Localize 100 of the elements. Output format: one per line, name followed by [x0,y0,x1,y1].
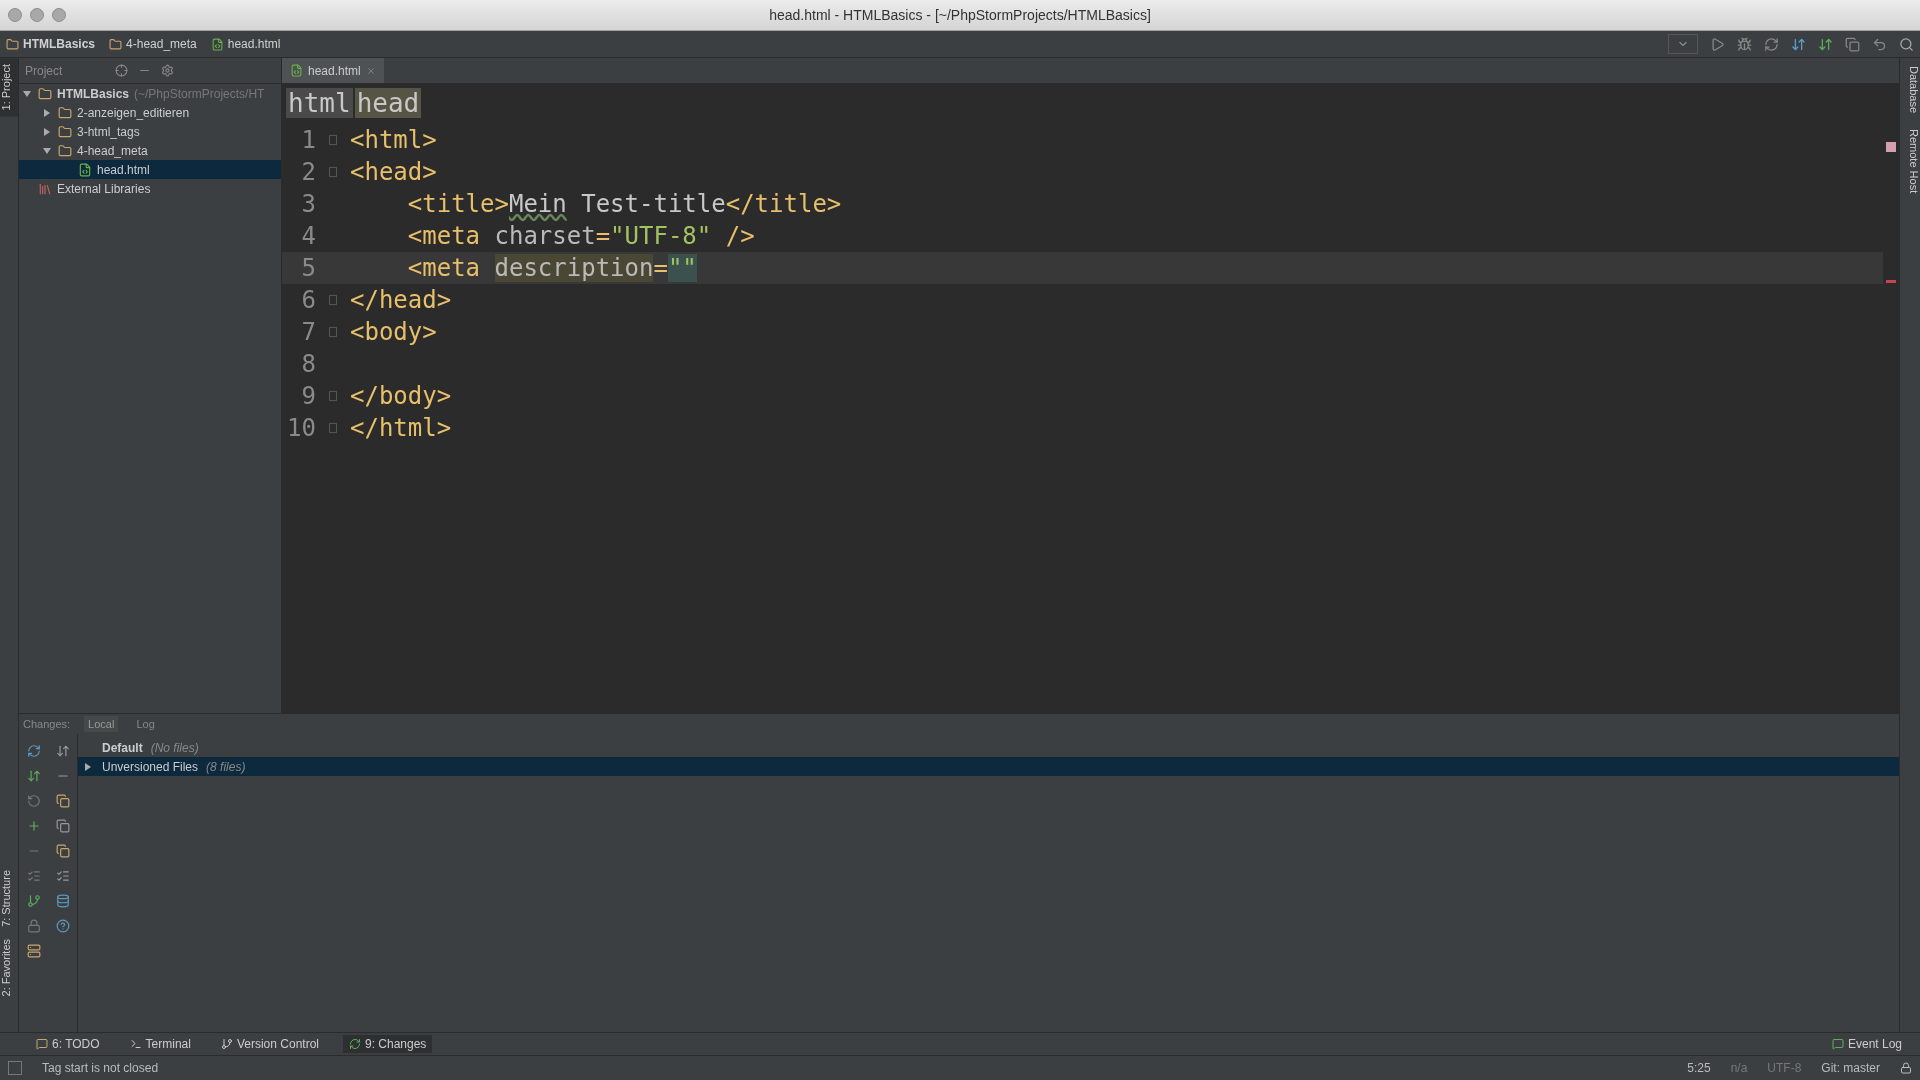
run-config-dropdown[interactable] [1668,34,1698,54]
fold-marker-icon[interactable] [329,327,337,337]
changelist-row[interactable]: Default (No files) [78,738,1899,757]
tool-window-button[interactable]: 9: Changes [343,1035,433,1053]
file-count: (8 files) [206,759,246,774]
tag-breadcrumb[interactable]: html [286,88,353,118]
changelist-row[interactable]: Unversioned Files (8 files) [78,757,1899,776]
status-message: Tag start is not closed [42,1061,159,1075]
locate-icon[interactable] [115,64,128,77]
refresh-icon[interactable] [1764,36,1779,52]
panel-label: Changes: [23,718,71,730]
tree-item[interactable]: External Libraries [19,179,281,198]
file-count: (No files) [150,740,199,755]
file-icon [290,64,303,77]
tree-item[interactable]: 3-html_tags [19,122,281,141]
help-icon[interactable] [55,918,70,933]
line-number: 7 [300,318,316,346]
debug-icon[interactable] [1737,36,1752,52]
tree-item[interactable]: 4-head_meta [19,141,281,160]
commit-icon[interactable] [1818,36,1833,52]
update-icon[interactable] [1791,36,1806,52]
tool-window-tab[interactable]: Database [1900,58,1920,122]
collapse-arrow-icon[interactable] [43,146,51,155]
code-line: <head> [350,158,437,186]
line-number: 9 [300,382,316,410]
changelist-name: Default [102,740,143,755]
tool-window-tab[interactable]: 2: Favorites [0,932,18,1002]
tool-window-button[interactable]: Version Control [214,1035,325,1053]
library-icon [38,181,52,196]
folder-icon [6,37,19,51]
window-control-button[interactable] [52,8,66,22]
line-number: 8 [300,350,316,378]
event-log-button[interactable]: Event Log [1825,1035,1908,1053]
fold-marker-icon[interactable] [329,295,337,305]
list-icon[interactable] [55,868,70,883]
fold-marker-icon[interactable] [329,423,337,433]
branch-icon [220,1038,233,1050]
window-title: head.html - HTMLBasics - [~/PhpStormProjects/HTMLBasics] [769,7,1151,23]
fold-marker-icon[interactable] [329,135,337,145]
tool-window-button[interactable]: Terminal [123,1035,197,1053]
commit-icon[interactable] [26,768,41,783]
status-item[interactable]: 5:25 [1687,1061,1711,1075]
code-line: </body> [350,382,452,410]
line-number: 4 [300,222,316,250]
undo-icon[interactable] [1872,36,1887,52]
expand-arrow-icon[interactable] [84,762,92,771]
run-icon[interactable] [1710,36,1725,52]
folder-icon [38,86,52,101]
line-number: 3 [300,190,316,218]
editor-tab[interactable]: head.html [282,58,384,83]
window-control-button[interactable] [8,8,22,22]
tool-window-tab[interactable]: 7: Structure [0,863,18,933]
tree-label: HTMLBasics [57,86,130,101]
lock-icon[interactable] [1900,1062,1912,1074]
fold-marker-icon[interactable] [329,167,337,177]
tree-item[interactable]: head.html [19,160,281,179]
folder-icon [58,105,72,120]
collapse-arrow-icon[interactable] [23,89,31,98]
breadcrumb[interactable]: 4-head_meta [109,37,197,51]
breadcrumb[interactable]: head.html [210,37,281,51]
search-icon[interactable] [1899,36,1914,52]
line-number: 6 [300,286,316,314]
line-number: 2 [300,158,316,186]
tool-window-tab[interactable]: Remote Host [1900,121,1920,202]
line-number: 10 [286,414,316,442]
tree-label: External Libraries [57,181,151,196]
file-icon [78,162,92,177]
tool-window-tab[interactable]: 1: Project [0,58,18,117]
folder-icon [58,143,72,158]
message-icon [1831,1038,1844,1050]
line-number: 1 [300,126,316,154]
message-icon [36,1038,48,1050]
expand-arrow-icon[interactable] [43,108,51,117]
fold-marker-icon[interactable] [329,391,337,401]
settings-icon[interactable] [161,64,174,77]
expand-arrow-icon[interactable] [43,127,51,136]
code-line: <meta charset="UTF-8" /> [406,222,755,250]
folder-icon [58,124,72,139]
tree-item[interactable]: 2-anzeigen_editieren [19,103,281,122]
breadcrumb[interactable]: HTMLBasics [6,37,96,51]
rollback-icon[interactable] [26,793,41,808]
add-icon[interactable] [26,818,41,833]
panel-toggle-icon[interactable] [8,1061,22,1075]
refresh-icon[interactable] [26,743,41,758]
tree-label: 2-anzeigen_editieren [77,105,190,120]
tree-item[interactable]: HTMLBasics (~/PhpStormProjects/HT [19,84,281,103]
changelist-name: Unversioned Files [102,759,199,774]
code-line: </html> [350,414,452,442]
code-line: <html> [350,126,437,154]
window-control-button[interactable] [30,8,44,22]
tree-label: 3-html_tags [77,124,140,139]
branch-icon[interactable] [26,893,41,908]
folder-icon [109,37,123,51]
status-item[interactable]: Git: master [1821,1061,1880,1075]
copy-icon[interactable] [55,818,70,833]
close-icon[interactable] [365,65,376,76]
tag-breadcrumb[interactable]: head [354,88,422,118]
tool-window-button[interactable]: 6: TODO [30,1035,106,1053]
code-line: </head> [350,286,452,314]
tree-path-hint: (~/PhpStormProjects/HT [134,86,265,101]
